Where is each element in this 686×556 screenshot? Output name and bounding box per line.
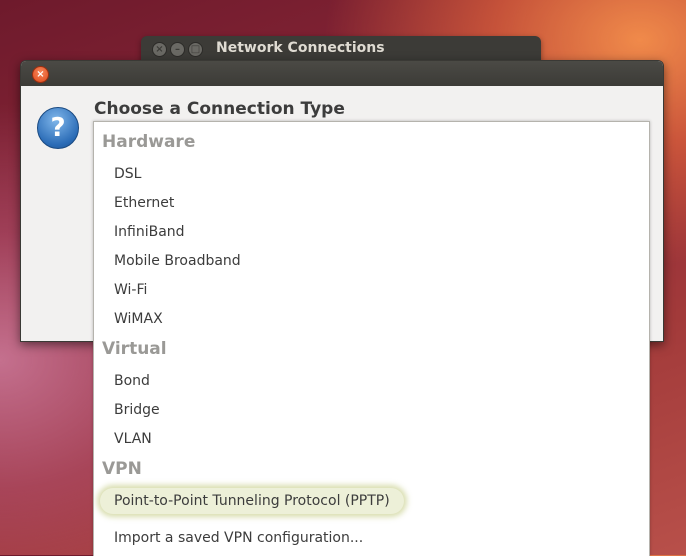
maximize-icon[interactable]: □ [188, 42, 203, 57]
list-item-wimax[interactable]: WiMAX [114, 311, 163, 327]
list-item-mobile-broadband[interactable]: Mobile Broadband [114, 253, 241, 269]
list-item-pptp[interactable]: Point-to-Point Tunneling Protocol (PPTP) [100, 488, 404, 514]
list-item-bridge[interactable]: Bridge [114, 402, 160, 418]
list-item-bond[interactable]: Bond [114, 373, 150, 389]
minimize-icon[interactable]: – [170, 42, 185, 57]
connection-type-list[interactable]: Hardware DSL Ethernet InfiniBand Mobile … [93, 121, 650, 556]
list-item-wifi[interactable]: Wi-Fi [114, 282, 147, 298]
close-icon[interactable]: × [152, 42, 167, 57]
group-header-vpn: VPN [102, 459, 142, 479]
dialog-titlebar: × [21, 61, 663, 86]
group-header-virtual: Virtual [102, 339, 167, 359]
list-item-dsl[interactable]: DSL [114, 166, 141, 182]
dialog-heading: Choose a Connection Type [94, 99, 345, 119]
group-header-hardware: Hardware [102, 132, 196, 152]
list-item-infiniband[interactable]: InfiniBand [114, 224, 185, 240]
window-title: Network Connections [216, 40, 385, 56]
list-item-import-vpn[interactable]: Import a saved VPN configuration... [114, 530, 363, 546]
close-icon[interactable]: × [32, 66, 49, 83]
list-item-ethernet[interactable]: Ethernet [114, 195, 174, 211]
question-icon: ? [37, 107, 79, 149]
window-controls: × – □ [152, 42, 203, 57]
list-item-vlan[interactable]: VLAN [114, 431, 152, 447]
